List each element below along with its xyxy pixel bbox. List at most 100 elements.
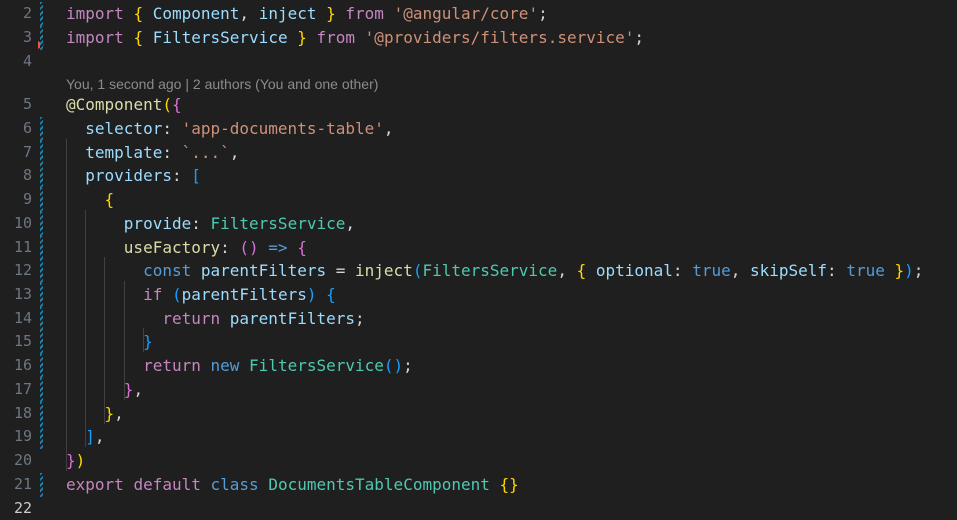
code-token: } (143, 332, 153, 351)
line-number[interactable]: 2 (0, 2, 32, 26)
line-number[interactable]: 16 (0, 354, 32, 378)
code-token: selector (85, 119, 163, 138)
code-line[interactable]: 4 (0, 50, 957, 74)
git-modified-indicator[interactable] (40, 473, 43, 497)
line-number[interactable]: 19 (0, 425, 32, 449)
code-token: { (171, 95, 182, 114)
line-number[interactable]: 8 (0, 164, 32, 188)
code-text: template: `...`, (66, 141, 239, 165)
code-token: , (94, 427, 105, 446)
code-line[interactable]: 18 }, (0, 402, 957, 426)
code-text: import { Component, inject } from '@angu… (66, 2, 548, 26)
code-line[interactable]: 20}) (0, 449, 957, 473)
code-token: const (143, 261, 192, 280)
git-modified-indicator[interactable] (40, 259, 43, 283)
code-token: export (66, 475, 124, 494)
line-number[interactable]: 17 (0, 378, 32, 402)
code-token: : (827, 261, 847, 280)
line-number[interactable]: 6 (0, 117, 32, 141)
code-line[interactable]: 6 selector: 'app-documents-table', (0, 117, 957, 141)
git-modified-indicator[interactable] (40, 212, 43, 236)
line-number[interactable]: 12 (0, 259, 32, 283)
code-token: skipSelf (749, 261, 828, 280)
line-number[interactable]: 21 (0, 473, 32, 497)
code-token: { (297, 238, 307, 257)
code-line[interactable]: 9 { (0, 188, 957, 212)
code-line[interactable]: 5 @Component({ (0, 93, 957, 117)
git-modified-indicator[interactable] (40, 164, 43, 188)
code-line[interactable]: 22 (0, 497, 957, 520)
git-modified-indicator[interactable] (40, 2, 43, 26)
git-modified-indicator[interactable] (40, 425, 43, 449)
code-token: '@angular/core' (393, 4, 539, 23)
code-line[interactable]: 2 import { Component, inject } from '@ang… (0, 2, 957, 26)
code-token: true (846, 261, 885, 280)
line-number[interactable]: 5 (0, 93, 32, 117)
git-modified-indicator[interactable] (40, 378, 43, 402)
git-modified-indicator[interactable] (40, 236, 43, 260)
code-token: , (383, 119, 394, 138)
code-token: return (162, 309, 221, 328)
code-line[interactable]: 16 return new FiltersService(); (0, 354, 957, 378)
code-line[interactable]: 12 const parentFilters = inject(FiltersS… (0, 259, 957, 283)
line-number[interactable]: 7 (0, 141, 32, 165)
line-number[interactable]: 14 (0, 307, 32, 331)
code-editor[interactable]: You, 1 second ago | 2 authors (You and o… (0, 0, 957, 520)
code-token: ) (75, 451, 86, 470)
line-number[interactable]: 3 (0, 26, 32, 50)
code-line[interactable]: 7 template: `...`, (0, 141, 957, 165)
line-number[interactable]: 15 (0, 330, 32, 354)
line-number[interactable]: 13 (0, 283, 32, 307)
code-token: import (66, 4, 124, 23)
code-token: ; (355, 309, 365, 328)
code-token: } (66, 451, 76, 470)
code-token: , (114, 404, 124, 423)
git-blame-codelens[interactable]: You, 1 second ago | 2 authors (You and o… (66, 74, 378, 94)
code-token: ( (162, 95, 172, 114)
git-modified-indicator[interactable] (40, 402, 43, 426)
line-number[interactable]: 10 (0, 212, 32, 236)
code-line[interactable]: 21 export default class DocumentsTableCom… (0, 473, 957, 497)
git-modified-indicator[interactable] (40, 283, 43, 307)
git-modified-indicator[interactable] (40, 188, 43, 212)
git-modified-indicator[interactable] (40, 117, 43, 141)
code-line[interactable]: 8 providers: [ (0, 164, 957, 188)
code-token: , (557, 261, 577, 280)
code-line[interactable]: 11 useFactory: () => { (0, 236, 957, 260)
line-number[interactable]: 11 (0, 236, 32, 260)
code-line[interactable]: 19 ], (0, 425, 957, 449)
code-line[interactable]: 3 import { FiltersService } from '@provid… (0, 26, 957, 50)
git-modified-indicator[interactable] (40, 141, 43, 165)
git-modified-indicator[interactable] (40, 307, 43, 331)
line-number[interactable]: 22 (0, 497, 32, 520)
line-number[interactable]: 20 (0, 449, 32, 473)
line-number[interactable]: 4 (0, 50, 32, 74)
indent-guide (66, 139, 67, 471)
code-token: : (162, 119, 182, 138)
code-token: = (326, 261, 356, 280)
code-line[interactable]: 10 provide: FiltersService, (0, 212, 957, 236)
code-token: , (229, 143, 240, 162)
code-line[interactable]: 13 if (parentFilters) { (0, 283, 957, 307)
code-line[interactable]: 17 }, (0, 378, 957, 402)
git-modified-indicator[interactable] (40, 330, 43, 354)
line-number[interactable]: 9 (0, 188, 32, 212)
code-token: { (326, 285, 336, 304)
code-token: @ (66, 95, 76, 114)
git-modified-indicator[interactable] (40, 26, 43, 50)
git-modified-indicator[interactable] (40, 354, 43, 378)
line-number[interactable]: 18 (0, 402, 32, 426)
